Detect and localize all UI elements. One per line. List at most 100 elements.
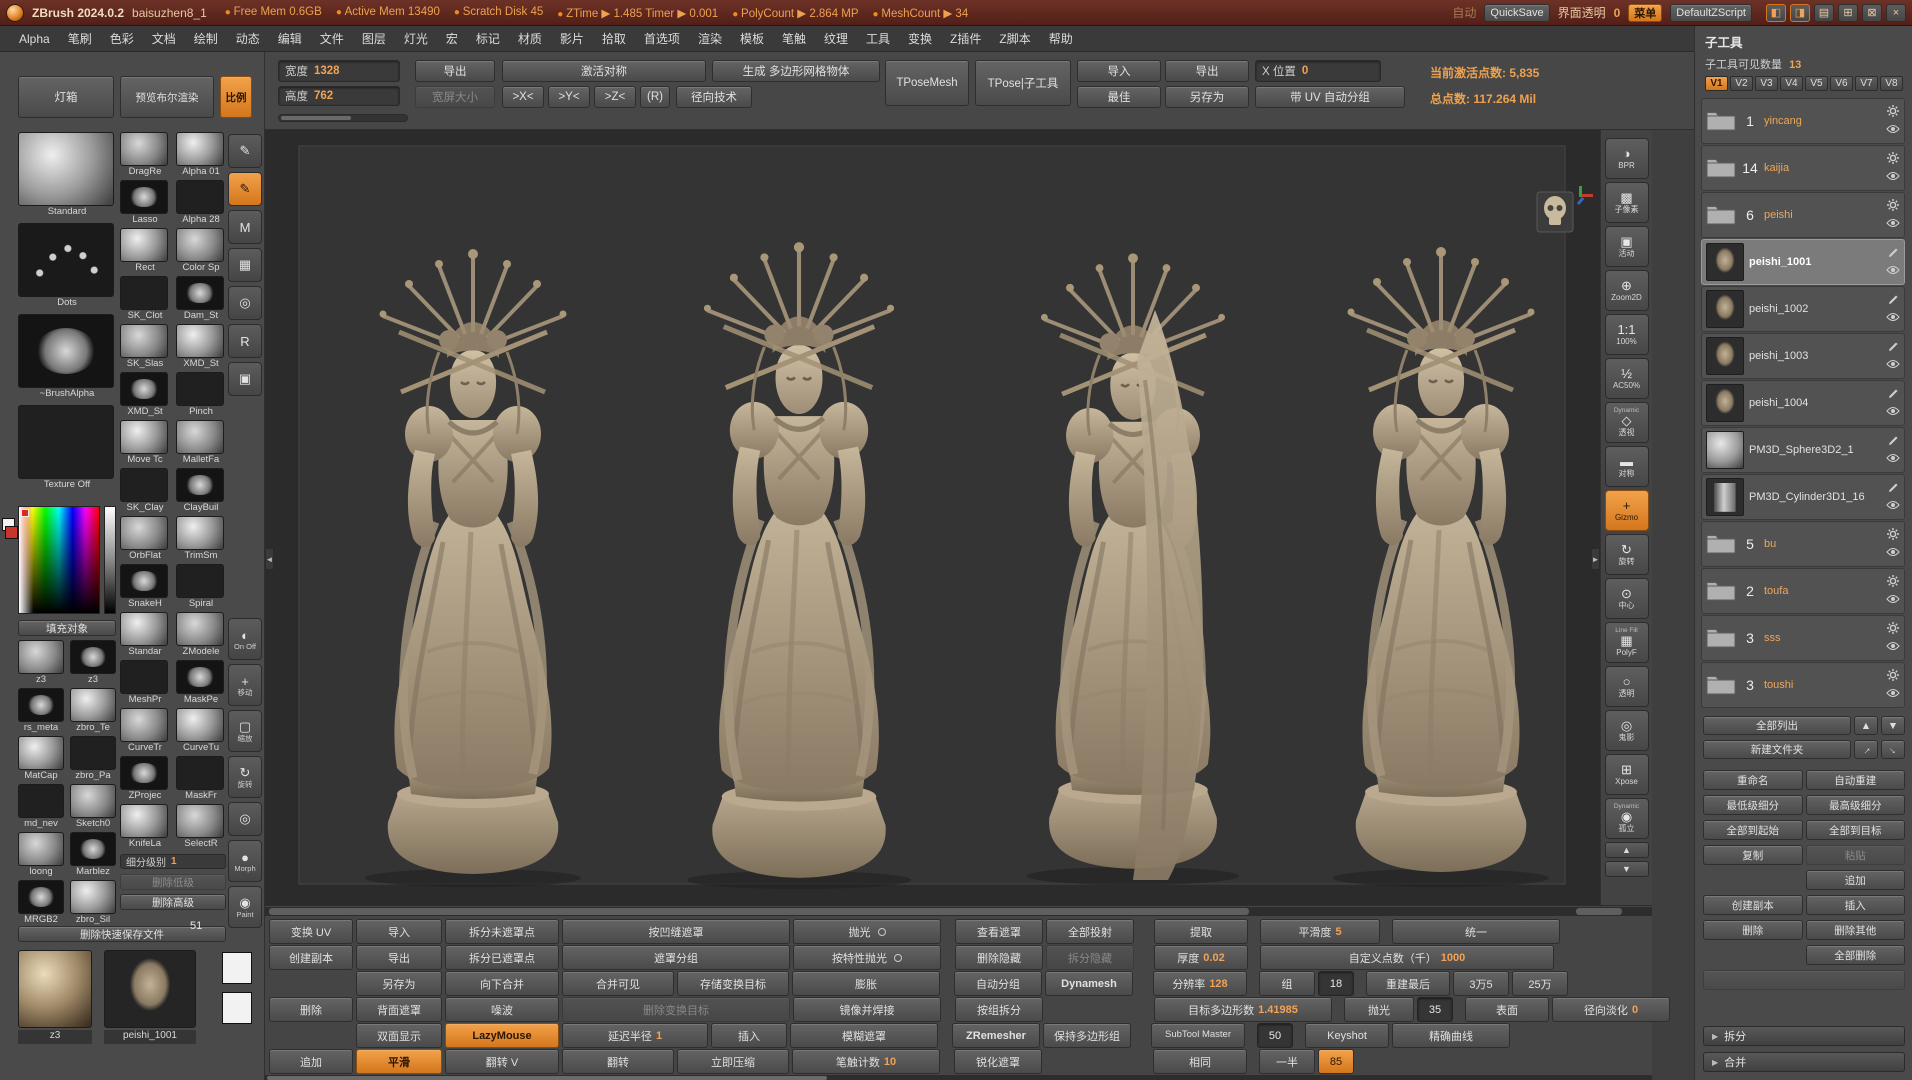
lightbox-button[interactable]: 灯箱 xyxy=(18,76,114,118)
panel-button-创建副本[interactable]: 创建副本 xyxy=(269,945,353,970)
polypaint-icon[interactable] xyxy=(1888,341,1899,355)
brush-CurveTr[interactable]: CurveTr xyxy=(120,708,170,756)
menu-button[interactable]: 菜单 xyxy=(1628,3,1663,22)
gear-icon[interactable] xyxy=(1887,152,1899,167)
thumb-Sketch0[interactable]: Sketch0 xyxy=(70,784,116,832)
eye-visibility-icon[interactable] xyxy=(1886,687,1900,701)
canvas-horizontal-scrollbar[interactable] xyxy=(265,907,1652,916)
subtool-item-bu[interactable]: 5 bu xyxy=(1701,521,1905,567)
menu-帮助[interactable]: 帮助 xyxy=(1040,26,1082,51)
thumb-Marblez[interactable]: Marblez xyxy=(70,832,116,880)
panel-button-相同[interactable]: 相同 xyxy=(1153,1049,1247,1074)
subdivision-slider[interactable]: 细分级别 1 xyxy=(120,854,226,869)
polyframe-icon[interactable]: Line Fill ▦ PolyF xyxy=(1604,622,1649,663)
panel-button-翻转[interactable]: 翻转 xyxy=(562,1049,674,1074)
subtool-tab-V1[interactable]: V1 xyxy=(1705,76,1728,91)
make-polymesh3d-button[interactable]: 生成 多边形网格物体 xyxy=(712,60,880,82)
panel-button-背面遮罩[interactable]: 背面遮罩 xyxy=(356,997,442,1022)
brush-Standar[interactable]: Standar xyxy=(120,612,170,660)
antialias-half-icon[interactable]: ½ AC50% xyxy=(1604,358,1649,399)
delete-lower-button[interactable]: 删除低级 xyxy=(120,874,226,890)
zscript-button[interactable]: DefaultZScript xyxy=(1670,3,1752,22)
brush-large-Texture Off[interactable]: Texture Off xyxy=(18,405,116,490)
on-off-toggle[interactable]: ◐ On Off xyxy=(228,618,262,660)
panel-button-另存为[interactable]: 另存为 xyxy=(356,971,442,996)
panel-button-保持多边形组[interactable]: 保持多边形组 xyxy=(1043,1023,1131,1048)
menu-文件[interactable]: 文件 xyxy=(311,26,353,51)
skull-thumbnail[interactable] xyxy=(1536,191,1574,233)
polypaint-icon[interactable] xyxy=(1888,435,1899,449)
rgb-icon[interactable]: R xyxy=(228,324,262,358)
panel-button-变换 UV[interactable]: 变换 UV xyxy=(269,919,353,944)
alpha-slot[interactable] xyxy=(222,992,252,1024)
menu-Z插件[interactable]: Z插件 xyxy=(941,26,990,51)
edit-draw-icon[interactable]: ✎ xyxy=(228,134,262,168)
brush-ZProjec[interactable]: ZProjec xyxy=(120,756,170,804)
document-scroll-slider[interactable] xyxy=(278,114,408,122)
polypaint-icon[interactable] xyxy=(1888,388,1899,402)
panel-button-ZRemesher[interactable]: ZRemesher xyxy=(952,1023,1040,1048)
panel-button-SubTool Master[interactable]: SubTool Master xyxy=(1151,1023,1245,1048)
subtool-item-kaijia[interactable]: 14 kaijia xyxy=(1701,145,1905,191)
eye-visibility-icon[interactable] xyxy=(1886,217,1900,231)
panel-button-删除变换目标[interactable]: 删除变换目标 xyxy=(562,997,790,1022)
panel-button-查看遮罩[interactable]: 查看遮罩 xyxy=(955,919,1043,944)
zbrush-logo-icon[interactable] xyxy=(6,3,24,22)
ui-opacity-value[interactable]: 0 xyxy=(1614,6,1621,20)
brush-large-Dots[interactable]: Dots xyxy=(18,223,116,308)
brush-MeshPr[interactable]: MeshPr xyxy=(120,660,170,708)
gizmo-icon[interactable]: + Gizmo xyxy=(1604,490,1649,531)
menu-变换[interactable]: 变换 xyxy=(899,26,941,51)
panel-button-50[interactable]: 50 xyxy=(1257,1023,1293,1048)
x-position-slider[interactable]: X 位置 0 xyxy=(1255,60,1381,82)
eye-visibility-icon[interactable] xyxy=(1886,264,1900,278)
brush-Alpha 28[interactable]: Alpha 28 xyxy=(176,180,226,228)
spiral-icon[interactable]: ◎ xyxy=(228,802,262,836)
subtool-item-peishi_1002[interactable]: peishi_1002 xyxy=(1701,286,1905,332)
close-icon[interactable]: × xyxy=(1886,3,1906,22)
gear-icon[interactable] xyxy=(1887,528,1899,543)
menu-图层[interactable]: 图层 xyxy=(353,26,395,51)
ui-show-sliders-icon[interactable]: ◨ xyxy=(1790,3,1810,22)
menu-文档[interactable]: 文档 xyxy=(143,26,185,51)
menu-标记[interactable]: 标记 xyxy=(467,26,509,51)
doc-height-slider[interactable]: 高度 762 xyxy=(278,86,400,106)
layout-icon[interactable]: ▤ xyxy=(1814,3,1834,22)
menu-材质[interactable]: 材质 xyxy=(509,26,551,51)
scale-mode-button[interactable]: 比例 xyxy=(220,76,252,118)
center-icon[interactable]: ⊙ 中心 xyxy=(1604,578,1649,619)
subtool-action-粘贴[interactable]: 粘贴 xyxy=(1805,845,1905,865)
xpose-icon[interactable]: ⊞ Xpose xyxy=(1604,754,1649,795)
gear-icon[interactable] xyxy=(1887,105,1899,120)
thumb-MRGB2[interactable]: MRGB2 xyxy=(18,880,64,928)
eye-visibility-icon[interactable] xyxy=(1886,452,1900,466)
subtool-item-PM3D_Cylinder3D1_16[interactable]: PM3D_Cylinder3D1_16 xyxy=(1701,474,1905,520)
active-window-icon[interactable]: ▣ 活动 xyxy=(1604,226,1649,267)
panel-button-厚度[interactable]: 厚度 0.02 xyxy=(1154,945,1248,970)
brush-Spiral[interactable]: Spiral xyxy=(176,564,226,612)
menu-模板[interactable]: 模板 xyxy=(731,26,773,51)
subtool-action-全部删除[interactable]: 全部删除 xyxy=(1805,945,1905,965)
brush-large-Standard[interactable]: Standard xyxy=(18,132,116,217)
floor-grid-icon[interactable]: ▬ 对称 xyxy=(1604,446,1649,487)
gear-icon[interactable] xyxy=(1887,669,1899,684)
subtool-tab-V3[interactable]: V3 xyxy=(1755,76,1778,91)
panel-button-组[interactable]: 组 xyxy=(1259,971,1315,996)
brush-OrbFlat[interactable]: OrbFlat xyxy=(120,516,170,564)
rotate-icon[interactable]: ↻ 旋转 xyxy=(228,756,262,798)
actual-size-icon[interactable]: 1:1 100% xyxy=(1604,314,1649,355)
panel-button-85[interactable]: 85 xyxy=(1318,1049,1354,1074)
color-picker[interactable] xyxy=(18,506,116,614)
toolbox-icon[interactable]: ▣ xyxy=(228,362,262,396)
panel-button-模糊遮罩[interactable]: 模糊遮罩 xyxy=(790,1023,938,1048)
subtool-action-插入[interactable]: 插入 xyxy=(1805,895,1905,915)
thumb-z3[interactable]: z3 xyxy=(18,640,64,688)
bpr-render-icon[interactable]: ◑ BPR xyxy=(1604,138,1649,179)
panel-button-分辨率[interactable]: 分辨率 128 xyxy=(1153,971,1247,996)
panel-button-导入[interactable]: 导入 xyxy=(356,919,442,944)
brush-DragRe[interactable]: DragRe xyxy=(120,132,170,180)
doc-width-slider[interactable]: 宽度 1328 xyxy=(278,60,400,82)
subtool-action-复制[interactable]: 复制 xyxy=(1703,845,1803,865)
gear-icon[interactable] xyxy=(1887,622,1899,637)
panel-button-笔触计数[interactable]: 笔触计数 10 xyxy=(792,1049,940,1074)
